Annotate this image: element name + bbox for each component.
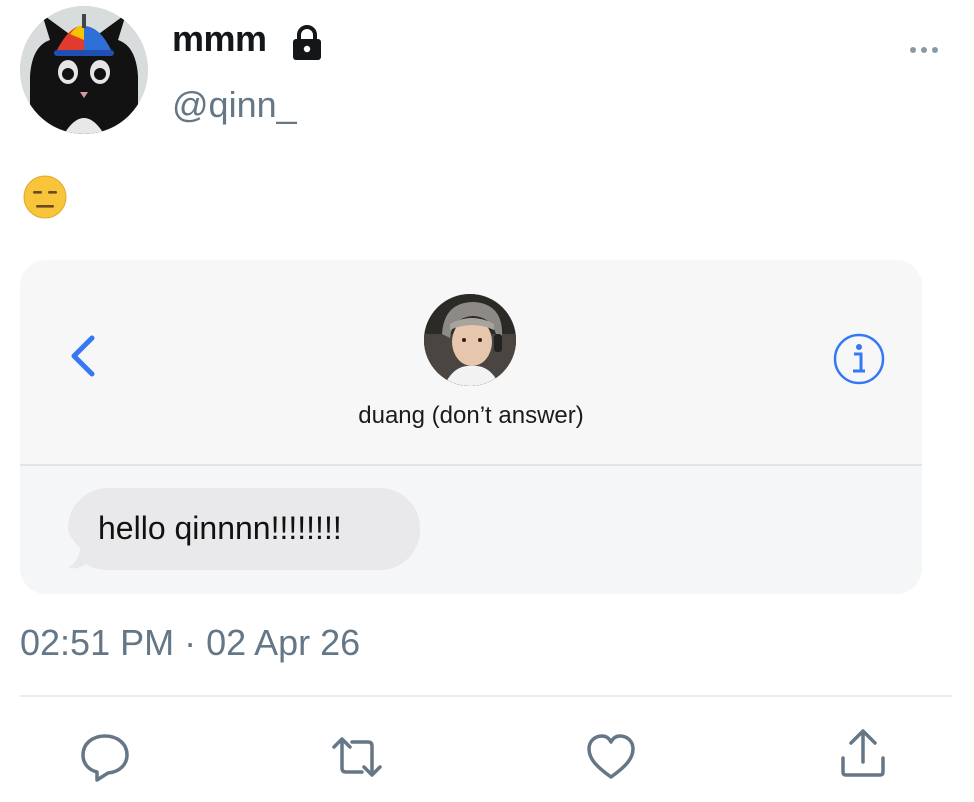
info-circle-icon	[832, 332, 886, 386]
chevron-left-icon	[64, 332, 100, 380]
divider	[20, 695, 952, 697]
author-avatar[interactable]	[20, 6, 148, 134]
ellipsis-icon[interactable]	[906, 44, 942, 56]
author-display-name[interactable]: mmm	[172, 18, 267, 60]
dot	[932, 47, 938, 53]
message-text: hello qinnnn!!!!!!!!	[98, 510, 342, 546]
expressionless-face-emoji	[22, 174, 68, 220]
reply-icon[interactable]	[78, 730, 132, 784]
cat-avatar-image	[20, 6, 148, 134]
heart-icon[interactable]	[584, 730, 638, 784]
contact-avatar	[424, 294, 516, 386]
dot	[921, 47, 927, 53]
retweet-icon[interactable]	[330, 730, 384, 784]
lock-icon	[287, 22, 327, 62]
embedded-image-card[interactable]: duang (don’t answer) hello qinnnn!!!!!!!…	[20, 260, 922, 594]
dot	[910, 47, 916, 53]
author-handle[interactable]: @qinn_	[172, 84, 297, 126]
tweet-timestamp[interactable]: 02:51 PM · 02 Apr 26	[20, 622, 360, 664]
messages-header: duang (don’t answer)	[20, 260, 922, 466]
share-icon[interactable]	[836, 726, 890, 780]
contact-name: duang (don’t answer)	[358, 402, 584, 429]
